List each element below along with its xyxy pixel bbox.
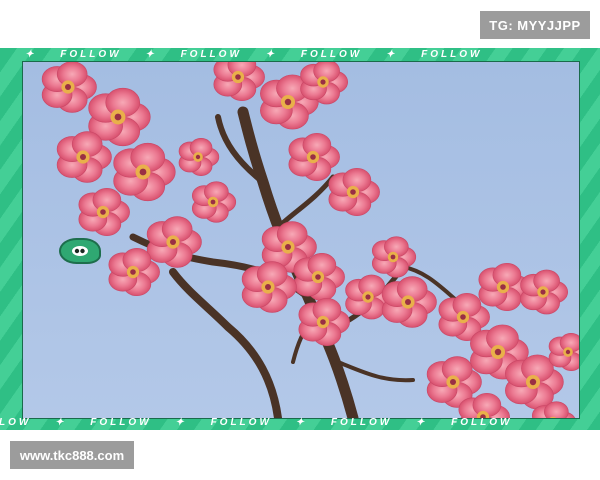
follow-strip-top: FOLLOW ✦ FOLLOW ✦ FOLLOW ✦ FOLLOW ✦ FOLL…	[0, 48, 600, 62]
separator-icon: ✦	[145, 49, 157, 60]
separator-icon: ✦	[55, 417, 67, 428]
follow-text: FOLLOW	[0, 417, 32, 428]
follow-text: FOLLOW	[210, 417, 272, 428]
follow-text: FOLLOW	[90, 417, 152, 428]
watch-badge[interactable]	[59, 238, 101, 264]
follow-text: FOLLOW	[451, 417, 513, 428]
blossom-photo	[22, 61, 580, 419]
follow-text: FOLLOW	[0, 48, 1, 62]
follow-strip-bottom: FOLLOW ✦ FOLLOW ✦ FOLLOW ✦ FOLLOW ✦ FOLL…	[0, 416, 600, 430]
separator-icon: ✦	[25, 49, 37, 60]
video-frame: FOLLOW ✦ FOLLOW ✦ FOLLOW ✦ FOLLOW ✦ FOLL…	[0, 48, 600, 430]
follow-text: FOLLOW	[60, 49, 122, 60]
eye-icon	[72, 246, 88, 256]
follow-text: FOLLOW	[300, 49, 363, 60]
site-url-text: www.tkc888.com	[19, 447, 125, 463]
separator-icon: ✦	[295, 417, 308, 428]
tg-handle-badge: TG: MYYJJPP	[480, 11, 590, 39]
separator-icon: ✦	[385, 49, 398, 60]
separator-icon: ✦	[415, 417, 428, 428]
blossom-flower	[548, 333, 579, 371]
follow-text: FOLLOW	[421, 49, 483, 60]
follow-text: FOLLOW	[330, 417, 393, 428]
separator-icon: ✦	[175, 417, 187, 428]
follow-text: FOLLOW	[180, 49, 242, 60]
site-url-badge[interactable]: www.tkc888.com	[10, 441, 134, 469]
blossom-illustration	[23, 62, 579, 418]
tg-handle-text: TG: MYYJJPP	[489, 17, 581, 33]
separator-icon: ✦	[265, 49, 278, 60]
